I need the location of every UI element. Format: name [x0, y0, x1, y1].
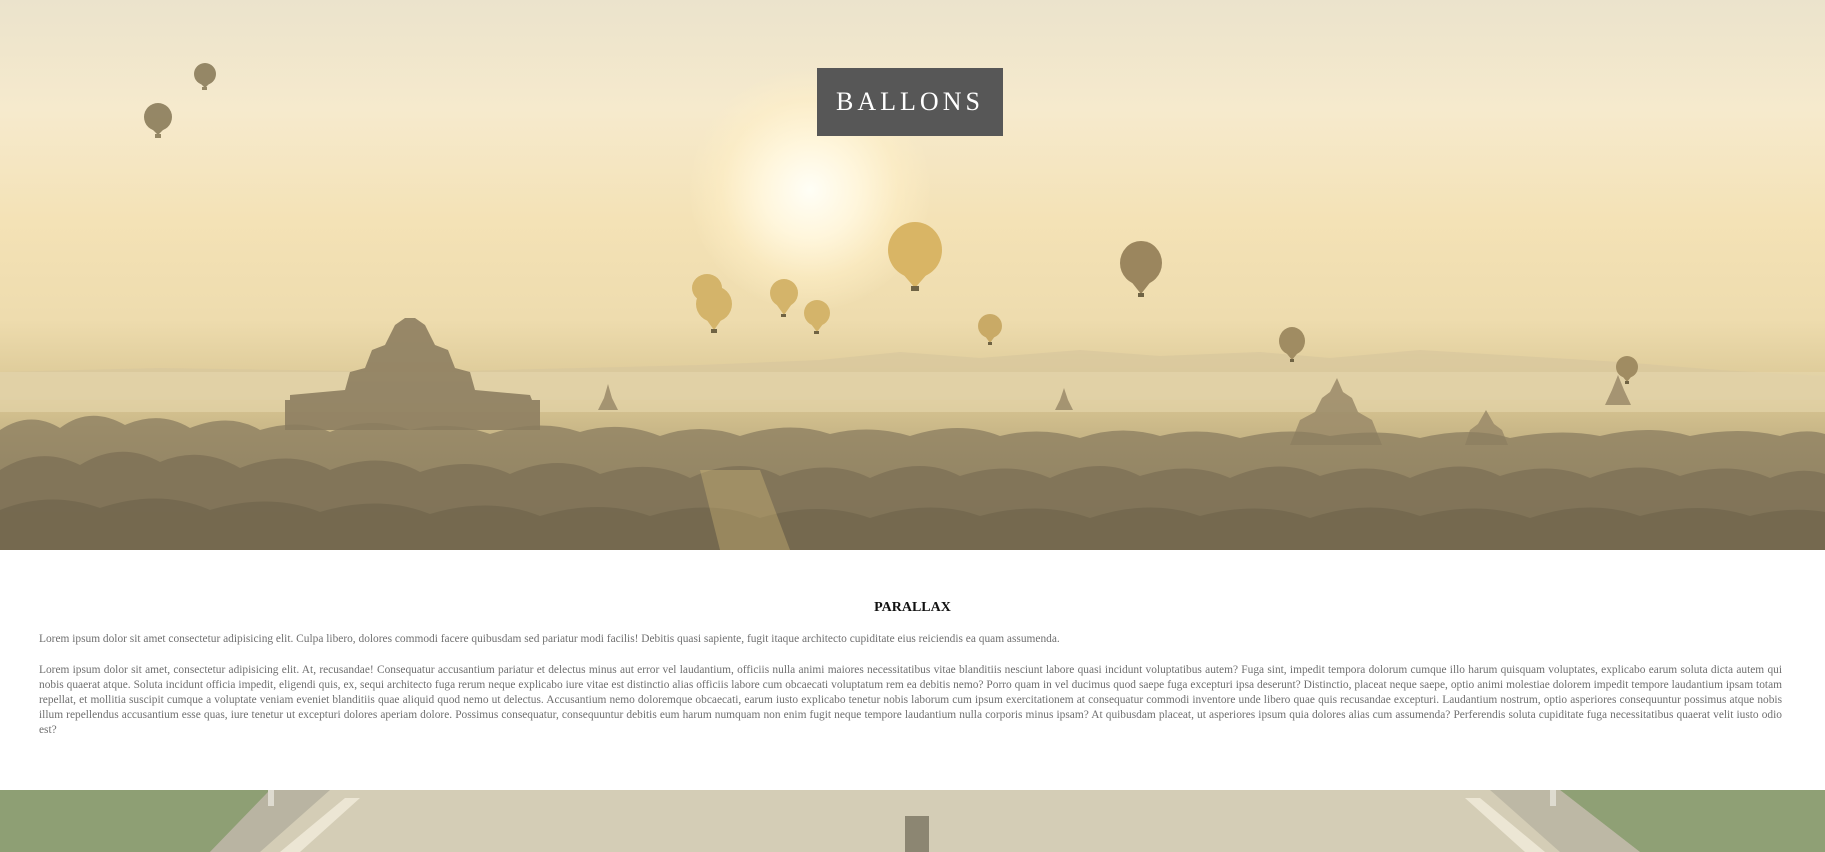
road-image: [0, 790, 1825, 852]
road-section: [0, 790, 1825, 852]
content-section: PARALLAX Lorem ipsum dolor sit amet cons…: [0, 550, 1825, 790]
balloon-icon: [144, 103, 172, 138]
balloon-icon: [804, 300, 830, 334]
section-heading: PARALLAX: [874, 600, 951, 615]
intro-paragraph: Lorem ipsum dolor sit amet consectetur a…: [39, 633, 1060, 645]
balloon-icon: [194, 63, 216, 90]
body-paragraph: Lorem ipsum dolor sit amet, consectetur …: [39, 664, 1782, 736]
hero-section: BALLONS: [0, 0, 1825, 550]
balloon-icon: [692, 274, 732, 333]
site-title: BALLONS: [836, 87, 984, 116]
post-left: [268, 790, 274, 806]
post-right: [1550, 790, 1556, 806]
tree-line: [0, 415, 1825, 550]
road-center-line: [905, 816, 929, 852]
balloon-icon: [978, 314, 1002, 345]
site-title-box: BALLONS: [817, 68, 1003, 136]
balloon-icon: [888, 222, 942, 291]
balloon-icon: [770, 279, 798, 317]
balloon-icon: [1120, 241, 1162, 297]
